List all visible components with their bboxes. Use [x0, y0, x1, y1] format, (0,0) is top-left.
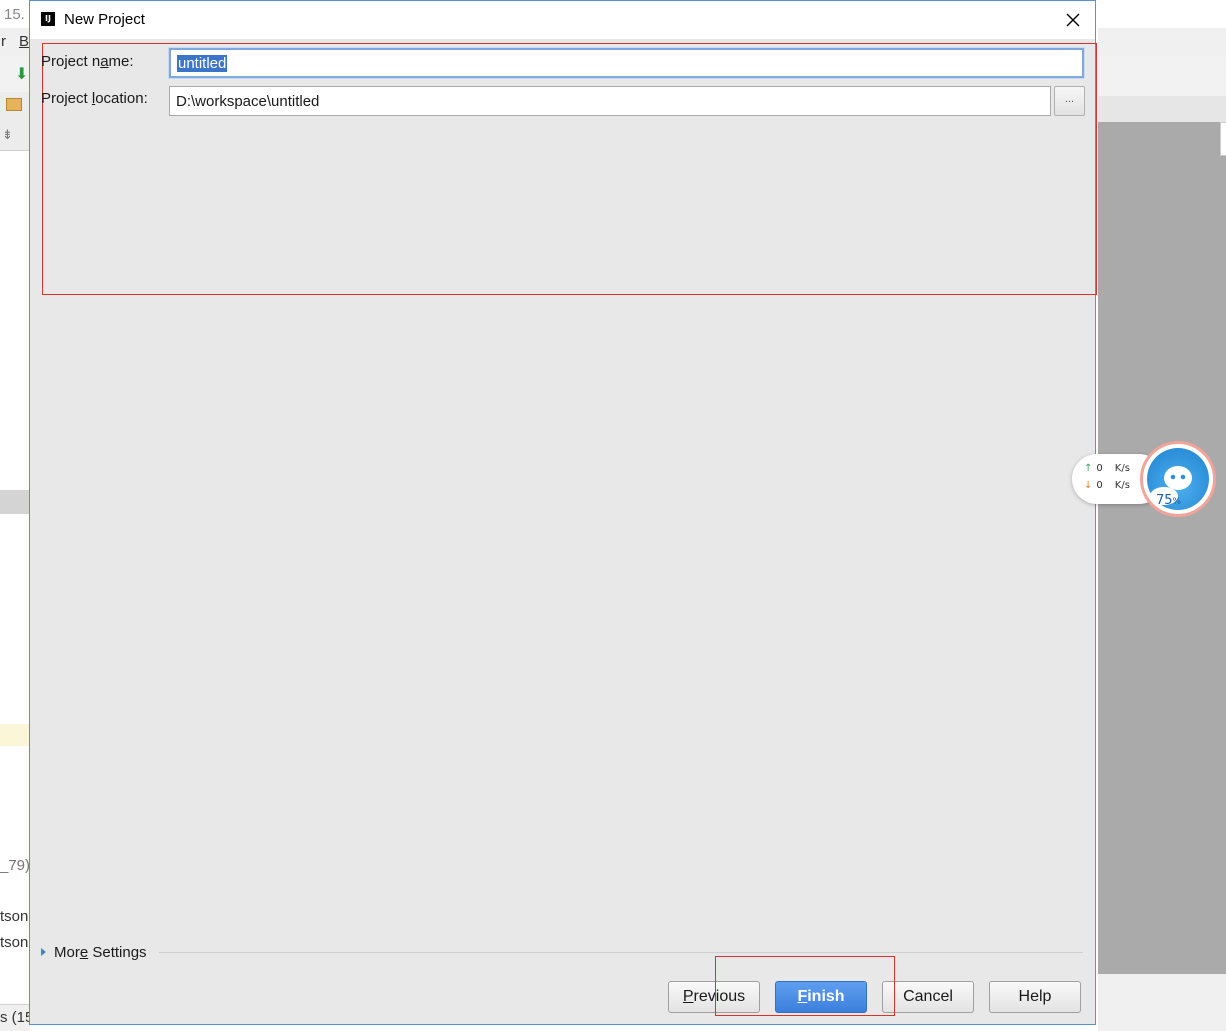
new-project-dialog: IJ New Project Project name: untitled Pr…: [29, 0, 1097, 1025]
bg-side-tab: [1220, 122, 1226, 156]
bg-fragment: B: [19, 33, 30, 50]
bg-toolbar: [0, 92, 30, 123]
bg-fragment: s (15: [0, 1009, 30, 1026]
bg-toolbar: ⇟: [0, 122, 30, 151]
collapse-icon: ⇟: [2, 127, 13, 142]
memory-percent: 75%: [1156, 493, 1182, 508]
close-button[interactable]: [1051, 1, 1095, 39]
bg-fragment: r: [1, 33, 6, 50]
download-speed: ↓ 0 K/s: [1084, 480, 1130, 491]
more-settings-label: More Settings: [54, 943, 147, 961]
background-ide-left: 15. r B ⬇ ⇟ _79) tson tson s (15: [0, 0, 30, 1031]
annotation-highlight-box: [42, 43, 1097, 295]
download-arrow-icon: ↓: [1084, 480, 1093, 491]
project-location-label: Project location:: [41, 90, 148, 107]
bg-status-bar: s (15: [0, 1004, 30, 1031]
help-button[interactable]: Help: [989, 981, 1081, 1013]
dialog-titlebar: IJ New Project: [30, 1, 1095, 39]
bg-tab-strip: [1098, 96, 1226, 123]
upload-speed: ↑ 0 K/s: [1084, 463, 1130, 474]
bg-selected-row: [0, 490, 30, 514]
bg-highlight-row: [0, 724, 30, 746]
download-arrow-icon: ⬇: [15, 66, 29, 83]
bg-fragment: _79): [0, 857, 30, 874]
bg-menu-bar: r B: [0, 28, 30, 57]
folder-icon: [6, 98, 22, 111]
bg-editor-area: [1098, 122, 1226, 974]
previous-button[interactable]: Previous: [668, 981, 760, 1013]
finish-button[interactable]: Finish: [775, 981, 867, 1013]
bg-toolbar: [1098, 56, 1226, 97]
cancel-button[interactable]: Cancel: [882, 981, 974, 1013]
bg-fragment: tson: [0, 908, 29, 925]
bg-fragment: tson: [0, 934, 29, 951]
project-name-input[interactable]: untitled: [169, 48, 1084, 78]
project-name-value: untitled: [177, 54, 228, 72]
dialog-title: New Project: [64, 11, 145, 28]
expand-triangle-icon: [41, 948, 46, 956]
project-location-value: D:\workspace\untitled: [176, 92, 320, 110]
close-icon: [1066, 13, 1080, 27]
bg-toolbar: ⬇: [0, 56, 30, 93]
browse-button[interactable]: ...: [1054, 86, 1085, 116]
intellij-logo-icon: IJ: [41, 12, 55, 26]
background-ide-right: [1098, 0, 1226, 1031]
more-settings-toggle[interactable]: More Settings: [41, 942, 147, 962]
bg-fragment: 15.: [4, 6, 25, 23]
project-name-label: Project name:: [41, 53, 134, 70]
bg-menu-bar: [1098, 28, 1226, 57]
memory-accelerator-ball[interactable]: 75%: [1140, 441, 1216, 517]
bg-status-bar: [1098, 974, 1226, 1031]
upload-arrow-icon: ↑: [1084, 463, 1093, 474]
more-settings-separator: [159, 952, 1083, 953]
project-location-input[interactable]: D:\workspace\untitled: [169, 86, 1051, 116]
